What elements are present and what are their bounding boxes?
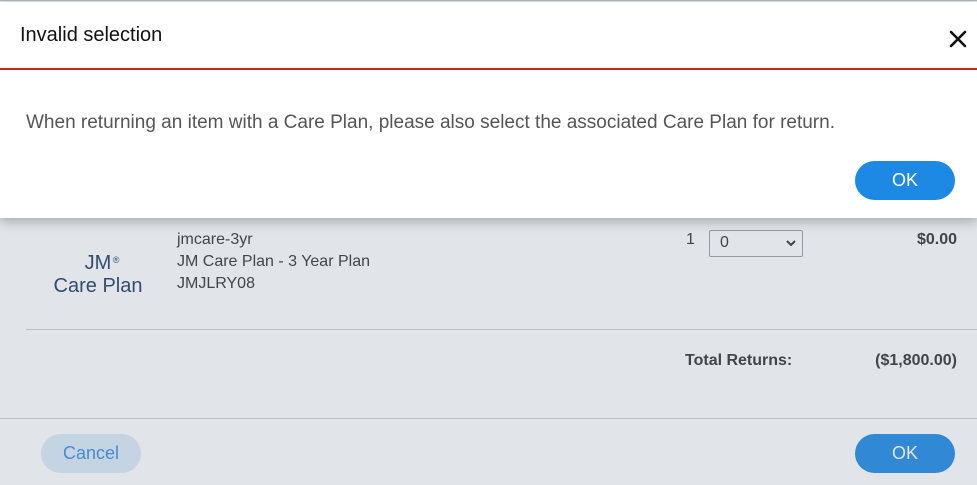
modal-header: Invalid selection xyxy=(0,2,977,68)
modal-title: Invalid selection xyxy=(20,24,163,46)
modal-message: When returning an item with a Care Plan,… xyxy=(26,112,835,133)
modal-ok-button[interactable]: OK xyxy=(855,161,955,200)
close-icon[interactable] xyxy=(945,26,971,52)
error-rule xyxy=(0,68,977,70)
invalid-selection-modal: Invalid selection When returning an item… xyxy=(0,2,977,218)
